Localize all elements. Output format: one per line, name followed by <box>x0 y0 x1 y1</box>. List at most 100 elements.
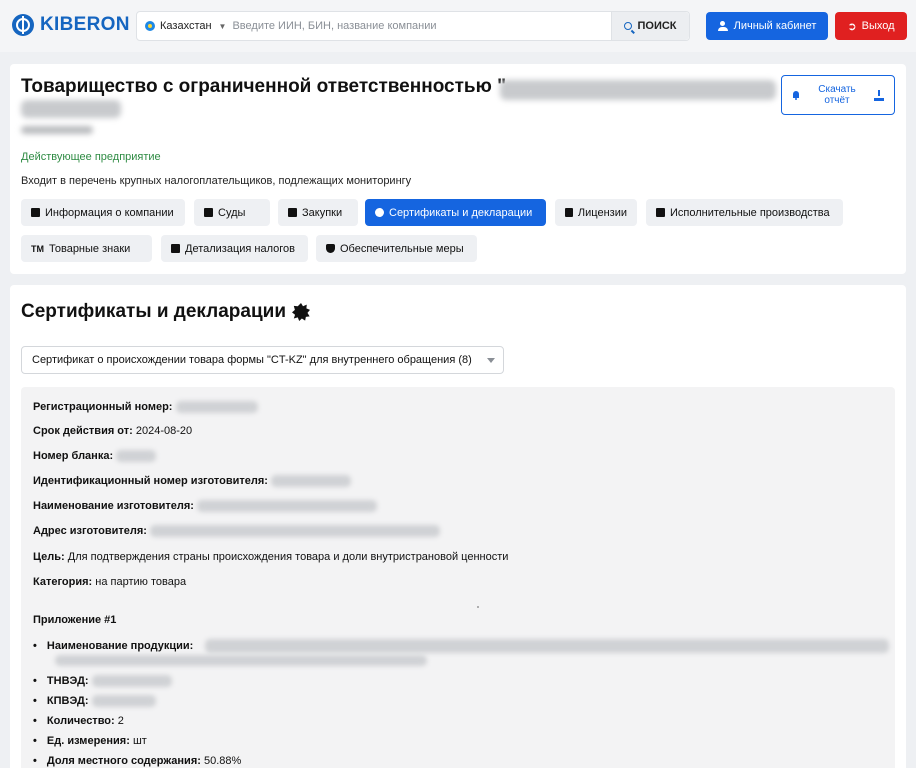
field-value: 50.88% <box>203 755 242 767</box>
tab-company-info[interactable]: Информация о компании <box>21 199 185 226</box>
tab-label: Лицензии <box>577 206 627 219</box>
field-label: Наименование продукции: <box>46 640 194 652</box>
exit-button[interactable]: ➲ Выход <box>835 12 907 40</box>
field-label: КПВЭД: <box>46 695 89 707</box>
redacted-value <box>271 475 352 488</box>
globe-icon <box>12 14 34 36</box>
shield-icon <box>326 244 335 253</box>
tab-procurement[interactable]: Закупки <box>278 199 358 226</box>
redacted-value <box>91 695 156 708</box>
search-input[interactable] <box>232 20 603 32</box>
chevron-down-icon <box>487 358 495 363</box>
field-label: Регистрационный номер: <box>33 401 173 413</box>
certificate-icon <box>375 208 384 217</box>
certificate-type-value: Сертификат о происхождении товара формы … <box>32 354 472 366</box>
coins-icon <box>171 244 180 253</box>
manufacturer-name-row: Наименование изготовителя: <box>33 500 377 513</box>
tab-label: Исполнительные производства <box>670 206 830 219</box>
top-bar: KIBERON Казахстан ▼ ПОИСК Личный кабинет… <box>0 0 916 52</box>
field-label: Количество: <box>46 715 115 727</box>
download-report-button[interactable]: Скачать отчёт <box>781 75 895 115</box>
tab-tax-details[interactable]: Детализация налогов <box>161 235 308 262</box>
file-icon <box>565 208 573 217</box>
redacted-value <box>197 500 377 513</box>
redacted-value <box>91 675 172 688</box>
redacted-bin <box>21 126 93 134</box>
sign-out-icon: ➲ <box>847 20 857 33</box>
scales-icon <box>204 208 213 217</box>
download-report-label: Скачать отчёт <box>818 84 856 106</box>
building-icon <box>31 208 40 217</box>
redacted-product-name-continued <box>55 655 427 666</box>
field-value: шт <box>132 735 147 747</box>
logo[interactable]: KIBERON <box>12 14 130 36</box>
company-status: Действующее предприятие <box>21 151 161 163</box>
tab-enforcement[interactable]: Исполнительные производства <box>646 199 843 226</box>
field-label: Адрес изготовителя: <box>33 525 147 537</box>
chevron-down-icon: ▼ <box>218 21 227 31</box>
country-name: Казахстан <box>160 20 212 32</box>
country-select[interactable]: Казахстан ▼ <box>137 12 226 40</box>
tab-courts[interactable]: Суды <box>194 199 270 226</box>
certificate-badge-icon <box>292 303 310 321</box>
tab-label: Детализация налогов <box>185 242 295 255</box>
certificate-type-select[interactable]: Сертификат о происхождении товара формы … <box>21 346 504 374</box>
valid-from-row: Срок действия от: 2024-08-20 <box>33 425 192 437</box>
redacted-value <box>150 525 441 538</box>
appendix-title: Приложение #1 <box>33 614 116 626</box>
kazakhstan-flag-icon <box>145 21 155 31</box>
exit-button-label: Выход <box>861 20 895 32</box>
local-share-item: Доля местного содержания: 50.88% <box>33 755 241 767</box>
company-card: Товарищество с ограниченной ответственно… <box>10 64 906 274</box>
search-button-label: ПОИСК <box>637 20 677 32</box>
field-value: на партию товара <box>95 576 187 588</box>
tab-label: Обеспечительные меры <box>340 242 464 255</box>
product-name-item: Наименование продукции: <box>33 640 193 652</box>
field-label: Наименование изготовителя: <box>33 500 194 512</box>
field-label: Срок действия от: <box>33 425 133 437</box>
certificate-details: Регистрационный номер: Срок действия от:… <box>21 387 895 768</box>
manufacturer-id-row: Идентификационный номер изготовителя: <box>33 475 352 488</box>
blank-number-row: Номер бланка: <box>33 450 157 463</box>
redacted-value <box>116 450 157 463</box>
tab-label: Информация о компании <box>45 206 174 219</box>
company-title: Товарищество с ограниченной ответственно… <box>21 76 507 97</box>
cabinet-button[interactable]: Личный кабинет <box>706 12 828 40</box>
section-title-text: Сертификаты и декларации <box>21 301 286 322</box>
quantity-item: Количество: 2 <box>33 715 124 727</box>
search-button[interactable]: ПОИСК <box>611 12 689 40</box>
certificates-card: Сертификаты и декларации Сертификат о пр… <box>10 285 906 768</box>
tab-certificates[interactable]: Сертификаты и декларации <box>365 199 546 226</box>
trademark-icon: TM <box>31 243 44 254</box>
field-value: Для подтверждения страны происхождения т… <box>67 551 509 563</box>
unit-item: Ед. измерения: шт <box>33 735 147 747</box>
tnved-item: ТНВЭД: <box>33 675 172 688</box>
field-label: Номер бланка: <box>33 450 114 462</box>
tab-trademarks[interactable]: TM Товарные знаки <box>21 235 152 262</box>
search-box: Казахстан ▼ ПОИСК <box>136 11 690 41</box>
logo-text: KIBERON <box>40 14 130 35</box>
redacted-company-name <box>500 80 776 100</box>
tab-label: Сертификаты и декларации <box>389 206 533 219</box>
field-label: ТНВЭД: <box>46 675 89 687</box>
field-label: Доля местного содержания: <box>46 755 201 767</box>
tab-licenses[interactable]: Лицензии <box>555 199 637 226</box>
gavel-icon <box>656 208 665 217</box>
reg-number-row: Регистрационный номер: <box>33 401 258 414</box>
tab-security-measures[interactable]: Обеспечительные меры <box>316 235 477 262</box>
handshake-icon <box>288 208 297 217</box>
field-value: 2 <box>117 715 124 727</box>
manufacturer-address-row: Адрес изготовителя: <box>33 525 441 538</box>
tab-label: Товарные знаки <box>49 242 131 255</box>
download-icon <box>874 89 884 101</box>
cabinet-button-label: Личный кабинет <box>733 20 817 32</box>
bell-icon <box>792 90 800 100</box>
redacted-value <box>175 401 258 414</box>
field-label: Цель: <box>33 551 65 563</box>
user-icon <box>717 21 728 31</box>
appendix-title-text: Приложение #1 <box>33 614 117 626</box>
field-label: Категория: <box>33 576 93 588</box>
field-value: 2024-08-20 <box>135 425 193 437</box>
monitoring-note: Входит в перечень крупных налогоплательщ… <box>21 175 412 187</box>
kpved-item: КПВЭД: <box>33 695 156 708</box>
